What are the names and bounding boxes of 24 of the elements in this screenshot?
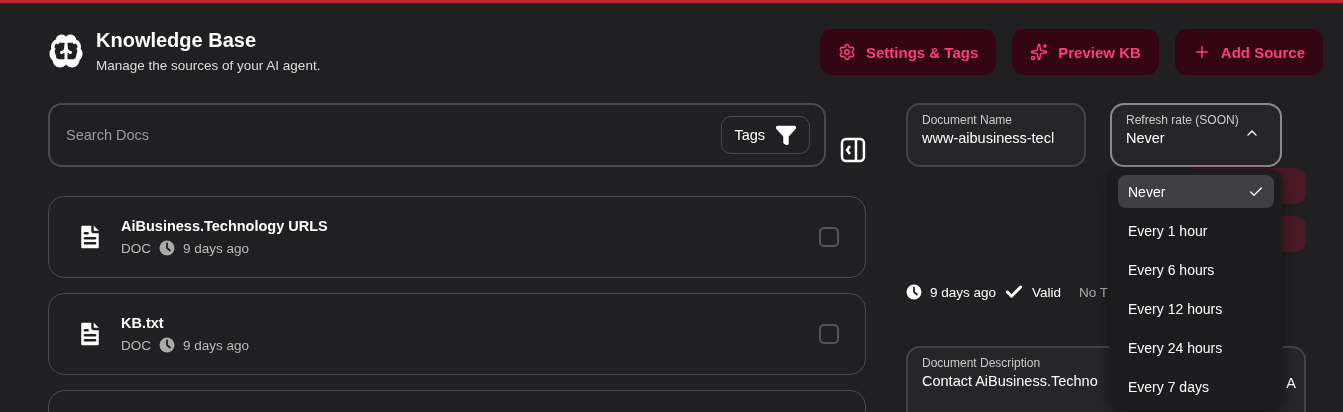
dropdown-option[interactable]: Every 6 hours: [1118, 253, 1274, 286]
page-subtitle: Manage the sources of your AI agent.: [96, 58, 321, 73]
tags-button[interactable]: Tags: [721, 116, 811, 154]
document-type: DOC: [121, 240, 151, 256]
document-name: KB.txt: [121, 315, 165, 331]
tags-text: No T: [1079, 284, 1109, 300]
document-name: AiBusiness.Technology URLS: [121, 218, 329, 234]
action-button[interactable]: Add Source: [1174, 29, 1323, 75]
page-title: Knowledge Base: [96, 29, 258, 52]
search-field[interactable]: Search Docs Tags: [48, 103, 827, 167]
status-text: Valid: [1032, 284, 1062, 300]
document-age: 9 days ago: [183, 337, 250, 353]
document-card[interactable]: KB.txt DOC 9 days ago: [48, 293, 866, 375]
document-age: 9 days ago: [183, 240, 250, 256]
action-button[interactable]: Settings & Tags: [820, 29, 997, 75]
dropdown-option[interactable]: Every 7 days: [1118, 370, 1274, 403]
document-type: DOC: [121, 337, 151, 353]
dropdown-option[interactable]: Every 1 hour: [1118, 214, 1274, 247]
document-name-field[interactable]: Document Name www-aibusiness-tecl: [906, 103, 1086, 167]
dropdown-option[interactable]: Every 12 hours: [1118, 292, 1274, 325]
dropdown-option[interactable]: Never: [1118, 175, 1274, 208]
action-button[interactable]: Preview KB: [1012, 29, 1159, 75]
document-card[interactable]: AiBusiness.Technology URLS DOC 9 days ago: [48, 196, 866, 278]
document-age: 9 days ago: [930, 284, 997, 300]
